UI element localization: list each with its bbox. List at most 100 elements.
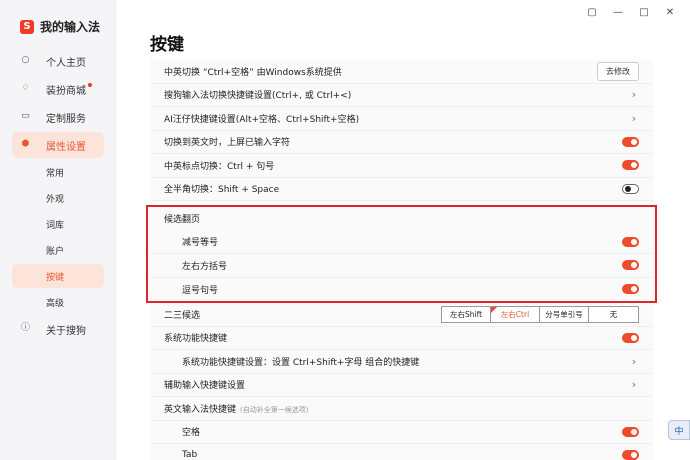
maximize-icon[interactable]: □ bbox=[638, 7, 650, 18]
setting-row-comma-period: 逗号句号 bbox=[150, 277, 653, 301]
sidebar-item-profile[interactable]: ○ 个人主页 bbox=[12, 48, 104, 74]
app-name: 我的输入法 bbox=[40, 20, 101, 34]
sidebar-item-custom[interactable]: ▭ 定制服务 bbox=[12, 104, 104, 130]
segment-option-shift[interactable]: 左右Shift bbox=[442, 306, 491, 322]
modify-button[interactable]: 去修改 bbox=[597, 61, 639, 81]
setting-label: 全半角切换：Shift + Space bbox=[164, 185, 280, 196]
setting-label: 搜狗输入法切换快捷键设置(Ctrl+, 或 Ctrl+<) bbox=[164, 91, 352, 102]
close-icon[interactable]: ✕ bbox=[664, 7, 676, 18]
sidebar-item-store[interactable]: ♢ 装扮商城 bbox=[12, 76, 104, 102]
setting-label: 系统功能快捷键设置：设置 Ctrl+Shift+字母 组合的快捷键 bbox=[182, 357, 420, 368]
toggle-switch[interactable] bbox=[622, 183, 639, 194]
setting-row-system-shortcut-setting[interactable]: 系统功能快捷键设置：设置 Ctrl+Shift+字母 组合的快捷键 › bbox=[150, 350, 653, 374]
sidebar-item-about[interactable]: ⓘ 关于搜狗 bbox=[12, 316, 104, 342]
setting-label: 辅助输入快捷键设置 bbox=[164, 381, 246, 392]
segment-option-semicolon[interactable]: 分号单引号 bbox=[540, 306, 589, 322]
setting-label: 空格 bbox=[182, 428, 201, 439]
shirt-icon: ♢ bbox=[21, 83, 30, 93]
group-title-row: 候选翻页 bbox=[150, 207, 653, 231]
toggle-knob bbox=[625, 185, 631, 192]
toggle-knob bbox=[631, 428, 637, 435]
sidebar-item-label: 装扮商城 bbox=[32, 82, 92, 97]
feedback-icon[interactable]: ▢ bbox=[586, 7, 598, 18]
info-icon: ⓘ bbox=[21, 323, 31, 333]
toggle-switch[interactable] bbox=[622, 136, 639, 147]
toggle-switch[interactable] bbox=[622, 160, 639, 171]
setting-label: 左右方括号 bbox=[182, 261, 228, 272]
setting-label: 逗号句号 bbox=[182, 285, 219, 296]
segment-option-ctrl[interactable]: 左右Ctrl bbox=[491, 306, 540, 322]
toggle-switch[interactable] bbox=[622, 260, 639, 271]
settings-panel: 中英切换 “Ctrl+空格” 由Windows系统提供 去修改 搜狗输入法切换快… bbox=[146, 60, 657, 460]
toggle-knob bbox=[631, 452, 637, 459]
setting-row-en-space: 空格 bbox=[150, 420, 653, 444]
setting-label: 英文输入法快捷键 (自动补全第一候选项) bbox=[164, 402, 308, 415]
box-icon: ▭ bbox=[21, 111, 30, 121]
group-title: 候选翻页 bbox=[164, 215, 201, 226]
sidebar-sub-common[interactable]: 常用 bbox=[12, 160, 104, 184]
app-title: S 我的输入法 bbox=[20, 18, 100, 35]
toggle-knob bbox=[631, 138, 637, 145]
sidebar: S 我的输入法 ○ 个人主页 ♢ 装扮商城 ▭ 定制服务 ⬢ 属性设置 常用 外… bbox=[0, 0, 116, 460]
minimize-icon[interactable]: — bbox=[612, 7, 624, 18]
setting-row-en-shortcut: 英文输入法快捷键 (自动补全第一候选项) bbox=[150, 397, 653, 421]
sidebar-item-label: 关于搜狗 bbox=[46, 325, 86, 337]
setting-label-text: 英文输入法快捷键 bbox=[164, 404, 237, 415]
sidebar-sub-keys[interactable]: 按键 bbox=[12, 264, 104, 288]
chevron-right-icon: › bbox=[631, 378, 637, 392]
toggle-knob bbox=[631, 162, 637, 169]
chevron-right-icon: › bbox=[631, 88, 637, 102]
setting-row-assist-shortcut[interactable]: 辅助输入快捷键设置 › bbox=[150, 373, 653, 397]
setting-row-brackets: 左右方括号 bbox=[150, 254, 653, 278]
setting-label: Tab bbox=[182, 450, 198, 460]
toggle-switch[interactable] bbox=[622, 284, 639, 295]
setting-hint: (自动补全第一候选项) bbox=[240, 405, 309, 414]
toggle-knob bbox=[631, 238, 637, 245]
page-title: 按键 bbox=[150, 35, 184, 55]
ime-status-badge[interactable]: 中 bbox=[668, 420, 690, 440]
candidate-paging-group: 候选翻页 减号等号 左右方括号 逗号句号 bbox=[146, 205, 657, 303]
toggle-switch[interactable] bbox=[622, 450, 639, 460]
toggle-switch[interactable] bbox=[622, 426, 639, 437]
setting-row-punct-switch: 中英标点切换：Ctrl + 句号 bbox=[150, 154, 653, 178]
sidebar-sub-dictionary[interactable]: 词库 bbox=[12, 212, 104, 236]
notification-dot bbox=[88, 82, 92, 87]
sidebar-sub-account[interactable]: 账户 bbox=[12, 238, 104, 262]
toggle-switch[interactable] bbox=[622, 332, 639, 343]
window-controls: ▢ — □ ✕ bbox=[586, 7, 676, 18]
segment-option-none[interactable]: 无 bbox=[589, 306, 638, 322]
chevron-right-icon: › bbox=[631, 111, 637, 125]
setting-row-cn-en-switch: 中英切换 “Ctrl+空格” 由Windows系统提供 去修改 bbox=[150, 60, 653, 84]
toggle-switch[interactable] bbox=[622, 236, 639, 247]
setting-label: 减号等号 bbox=[182, 238, 219, 249]
candidate-key-segmented: 左右Shift 左右Ctrl 分号单引号 无 bbox=[441, 305, 639, 323]
setting-row-ai-shortcut[interactable]: AI汪仔快捷键设置(Alt+空格、Ctrl+Shift+空格) › bbox=[150, 107, 653, 131]
setting-label: 中英切换 “Ctrl+空格” 由Windows系统提供 bbox=[164, 67, 342, 78]
chevron-right-icon: › bbox=[631, 354, 637, 368]
setting-label: 二三候选 bbox=[164, 310, 201, 321]
sogou-logo-icon: S bbox=[20, 19, 34, 34]
user-icon: ○ bbox=[21, 55, 30, 65]
sidebar-nav: ○ 个人主页 ♢ 装扮商城 ▭ 定制服务 ⬢ 属性设置 常用 外观 词库 账户 … bbox=[12, 48, 104, 344]
setting-row-minus-equal: 减号等号 bbox=[150, 230, 653, 254]
toggle-knob bbox=[631, 334, 637, 341]
setting-row-system-shortcut: 系统功能快捷键 bbox=[150, 326, 653, 350]
sidebar-item-settings[interactable]: ⬢ 属性设置 bbox=[12, 132, 104, 158]
sidebar-item-label: 个人主页 bbox=[46, 57, 86, 69]
setting-label: 切换到英文时，上屏已输入字符 bbox=[164, 138, 291, 149]
settings-hexagon-icon: ⬢ bbox=[21, 139, 30, 149]
toggle-knob bbox=[631, 262, 637, 269]
setting-label: 系统功能快捷键 bbox=[164, 334, 228, 345]
setting-row-second-third: 二三候选 左右Shift 左右Ctrl 分号单引号 无 bbox=[150, 303, 653, 327]
toggle-knob bbox=[631, 286, 637, 293]
setting-label: 中英标点切换：Ctrl + 句号 bbox=[164, 161, 275, 172]
setting-row-width-switch: 全半角切换：Shift + Space bbox=[150, 177, 653, 201]
sidebar-item-text: 装扮商城 bbox=[46, 85, 86, 97]
sidebar-item-label: 定制服务 bbox=[46, 113, 86, 125]
setting-row-switch-shortcut[interactable]: 搜狗输入法切换快捷键设置(Ctrl+, 或 Ctrl+<) › bbox=[150, 83, 653, 107]
setting-label: AI汪仔快捷键设置(Alt+空格、Ctrl+Shift+空格) bbox=[164, 114, 360, 125]
sidebar-sub-advanced[interactable]: 高级 bbox=[12, 290, 104, 314]
setting-row-en-tab: Tab bbox=[150, 444, 653, 460]
sidebar-item-label: 属性设置 bbox=[46, 141, 86, 153]
sidebar-sub-appearance[interactable]: 外观 bbox=[12, 186, 104, 210]
